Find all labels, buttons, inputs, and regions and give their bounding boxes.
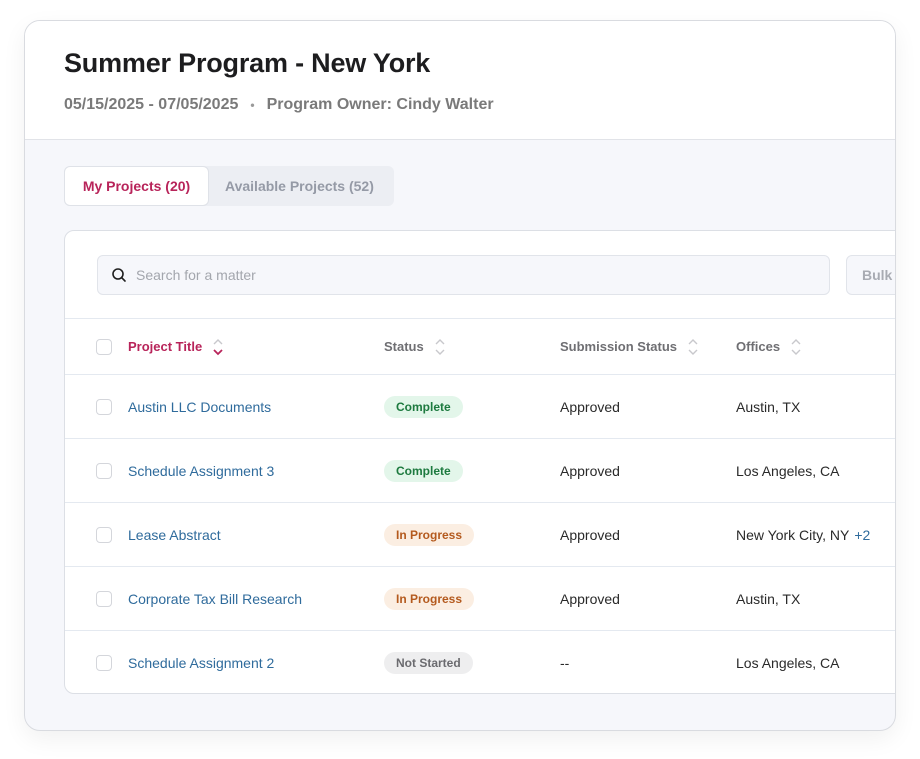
- row-checkbox[interactable]: [96, 398, 112, 415]
- row-checkbox[interactable]: [96, 462, 112, 479]
- sort-icon: [435, 338, 445, 355]
- submission-status: Approved: [560, 590, 620, 607]
- column-header-project-title[interactable]: Project Title: [128, 337, 224, 357]
- submission-status: Approved: [560, 398, 620, 415]
- program-owner: Program Owner: Cindy Walter: [266, 96, 494, 113]
- table-row: Schedule Assignment 2 Not Started -- Los…: [65, 630, 895, 694]
- office: Los Angeles, CA: [736, 654, 840, 671]
- project-tabs: My Projects (20) Available Projects (52): [64, 166, 394, 206]
- bulk-button[interactable]: Bulk: [846, 255, 895, 295]
- program-meta: 05/15/2025 - 07/05/2025 • Program Owner:…: [64, 96, 494, 114]
- date-range: 05/15/2025 - 07/05/2025: [64, 96, 239, 113]
- more-offices-link[interactable]: +2: [854, 527, 870, 543]
- search-icon: [112, 268, 126, 282]
- program-header: Summer Program - New York 05/15/2025 - 0…: [25, 21, 895, 140]
- office: Austin, TX: [736, 590, 801, 607]
- projects-table-card: Bulk Project Title Status: [64, 230, 895, 694]
- column-header-offices[interactable]: Offices: [736, 337, 802, 357]
- status-badge: Not Started: [384, 651, 473, 674]
- column-header-status[interactable]: Status: [384, 337, 446, 357]
- search-input[interactable]: [136, 267, 829, 283]
- table-row: Austin LLC Documents Complete Approved A…: [65, 374, 895, 438]
- program-window: Summer Program - New York 05/15/2025 - 0…: [24, 20, 896, 731]
- row-checkbox[interactable]: [96, 590, 112, 607]
- project-title-link[interactable]: Schedule Assignment 3: [128, 463, 274, 479]
- office: Austin, TX: [736, 398, 801, 415]
- column-header-submission-status[interactable]: Submission Status: [560, 337, 699, 357]
- status-badge: In Progress: [384, 587, 475, 610]
- row-checkbox[interactable]: [96, 526, 112, 543]
- sort-icon: [688, 338, 698, 355]
- table-row: Schedule Assignment 3 Complete Approved …: [65, 438, 895, 502]
- office: New York City, NY: [736, 526, 850, 543]
- project-title-link[interactable]: Austin LLC Documents: [128, 399, 271, 415]
- project-title-link[interactable]: Schedule Assignment 2: [128, 655, 274, 671]
- project-title-link[interactable]: Corporate Tax Bill Research: [128, 591, 302, 607]
- status-badge: Complete: [384, 459, 463, 482]
- projects-table: Project Title Status Submission Status O…: [65, 318, 895, 694]
- office: Los Angeles, CA: [736, 462, 840, 479]
- page-title: Summer Program - New York: [64, 48, 431, 78]
- status-badge: Complete: [384, 395, 463, 418]
- select-all-checkbox[interactable]: [96, 338, 112, 355]
- separator-dot: •: [250, 98, 255, 112]
- sort-descending-icon: [213, 338, 223, 355]
- project-title-link[interactable]: Lease Abstract: [128, 527, 221, 543]
- sort-icon: [791, 338, 801, 355]
- submission-status: Approved: [560, 526, 620, 543]
- row-checkbox[interactable]: [96, 654, 112, 671]
- table-row: Corporate Tax Bill Research In Progress …: [65, 566, 895, 630]
- tab-available-projects[interactable]: Available Projects (52): [209, 166, 390, 206]
- table-header-row: Project Title Status Submission Status O…: [65, 318, 895, 374]
- table-row: Lease Abstract In Progress Approved New …: [65, 502, 895, 566]
- tab-my-projects[interactable]: My Projects (20): [64, 166, 209, 206]
- submission-status: --: [560, 654, 570, 671]
- search-box[interactable]: [97, 255, 830, 295]
- submission-status: Approved: [560, 462, 620, 479]
- status-badge: In Progress: [384, 523, 475, 546]
